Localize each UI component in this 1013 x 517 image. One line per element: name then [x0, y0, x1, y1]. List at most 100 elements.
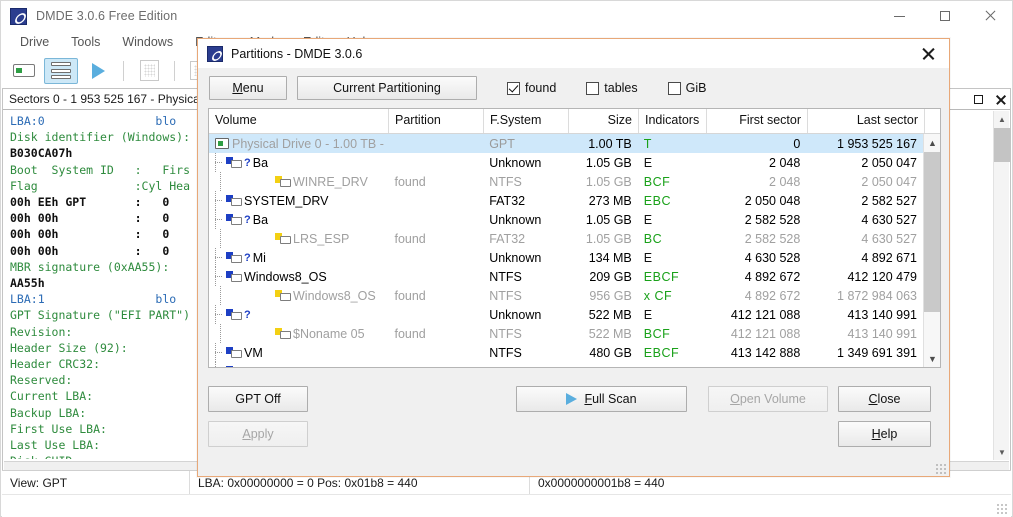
cell-fsystem: Unknown [489, 250, 542, 265]
help-button[interactable]: Help [838, 421, 931, 447]
cell-indicators: E [643, 250, 653, 265]
scroll-up-icon[interactable]: ▲ [924, 134, 940, 151]
tree-branch [215, 153, 226, 172]
partition-icon-blue [226, 271, 242, 282]
cell-last-sector: 2 582 527 [861, 193, 917, 208]
minimize-button[interactable] [877, 1, 922, 31]
cell-last-sector: 2 050 047 [861, 174, 917, 189]
table-row[interactable]: Windows8_OS found NTFS 956 GB x CF 4 892 672 1… [209, 286, 923, 305]
column-header-partition[interactable]: Partition [389, 109, 484, 133]
cell-partition: found [394, 174, 426, 189]
run-button[interactable] [81, 58, 115, 84]
cell-fsystem: FAT32 [489, 193, 526, 208]
scroll-up-icon[interactable]: ▲ [994, 111, 1010, 127]
full-scan-button[interactable]: Full Scan [516, 386, 687, 412]
menu-drive[interactable]: Drive [9, 33, 60, 51]
table-row[interactable]: Windows8_OS NTFS 209 GB EBCF 4 892 672 412 12… [209, 267, 923, 286]
table-row[interactable]: DATA NTFS268 GBEBCF1 349 691 3921 872 982… [209, 362, 923, 367]
table-row[interactable]: $Noname 05 found NTFS 522 MB BCF 412 121 088 4… [209, 324, 923, 343]
cell-last-sector: 1 872 982 015 [806, 362, 923, 368]
scrollbar-thumb[interactable] [994, 128, 1010, 162]
cell-volume: LRS_ESP [209, 229, 388, 248]
cell-partition [388, 362, 483, 367]
current-partitioning-button[interactable]: Current Partitioning [297, 76, 477, 100]
main-status-bar-secondary [2, 494, 1011, 517]
cell-last-sector: 1 872 984 063 [837, 288, 917, 303]
checkbox-gib[interactable]: GiB [667, 81, 706, 95]
mdi-vertical-scrollbar[interactable]: ▲ ▼ [993, 111, 1010, 460]
cell-volume: ? [209, 305, 388, 324]
cell-first-sector: 2 582 528 [744, 231, 801, 246]
sector-view-icon [13, 64, 35, 77]
table-row[interactable]: SYSTEM_DRV FAT32 273 MB EBC 2 050 048 2 582 5… [209, 191, 923, 210]
cell-indicators: E [643, 212, 653, 227]
main-titlebar: DMDE 3.0.6 Free Edition [1, 1, 1012, 31]
cell-fsystem: GPT [489, 136, 515, 151]
table-row[interactable]: ? Mi Unknown 134 MB E 4 630 528 4 892 671 [209, 248, 923, 267]
column-header-size[interactable]: Size [569, 109, 639, 133]
resize-grip[interactable] [995, 502, 1007, 514]
gpt-off-button[interactable]: GPT Off [208, 386, 308, 412]
menu-button[interactable]: Menu [209, 76, 287, 100]
cell-fsystem: NTFS [489, 345, 522, 360]
cell-partition [388, 248, 483, 267]
volume-name: LRS_ESP [293, 231, 350, 246]
cell-fsystem: Unknown [489, 212, 542, 227]
column-header-fsystem[interactable]: F.System [484, 109, 569, 133]
list-view-button[interactable] [44, 57, 78, 84]
checkbox-tables[interactable]: tables [586, 81, 638, 95]
dialog-resize-grip[interactable] [935, 463, 946, 474]
checkbox-found[interactable]: found [507, 81, 556, 95]
table-row[interactable]: VM NTFS 480 GB EBCF 413 142 888 1 349 691 391 [209, 343, 923, 362]
close-button[interactable] [967, 1, 1012, 31]
cell-size: 522 MB [588, 326, 632, 341]
menu-tools[interactable]: Tools [60, 33, 111, 51]
close-button-rest: lose [877, 392, 901, 406]
mdi-close-button[interactable] [994, 93, 1007, 106]
menu-button-rest: enu [242, 81, 264, 95]
table-vertical-scrollbar[interactable]: ▲ ▼ [923, 134, 940, 367]
column-header-first-sector[interactable]: First sector [707, 109, 808, 133]
dialog-close-button[interactable] [905, 39, 949, 68]
table-row[interactable]: ? Ba Unknown 1.05 GB E 2 582 528 4 630 527 [209, 210, 923, 229]
table-row[interactable]: LRS_ESP found FAT32 1.05 GB BC 2 582 528 4 630… [209, 229, 923, 248]
cell-first-sector: 2 048 [769, 155, 801, 170]
cell-indicators: BC [643, 231, 663, 246]
column-header-volume[interactable]: Volume [209, 109, 389, 133]
tree-branch [215, 191, 226, 210]
scroll-down-icon[interactable]: ▼ [924, 350, 940, 367]
table-row[interactable]: Physical Drive 0 - 1.00 TB - ... GPT 1.00 … [209, 134, 923, 153]
scroll-down-icon[interactable]: ▼ [994, 444, 1010, 460]
cell-first-sector: 412 121 088 [730, 307, 801, 322]
mdi-restore-button[interactable] [972, 93, 985, 106]
sector-view-button[interactable] [7, 58, 41, 84]
column-header-indicators[interactable]: Indicators [639, 109, 707, 133]
cell-volume: VM [209, 343, 388, 362]
cell-first-sector: 413 142 888 [730, 345, 801, 360]
maximize-button[interactable] [922, 1, 967, 31]
table-row[interactable]: ? Unknown 522 MB E 412 121 088 413 140 991 [209, 305, 923, 324]
table-row[interactable]: WINRE_DRV found NTFS 1.05 GB BCF 2 048 2 050 0… [209, 172, 923, 191]
column-header-last-sector[interactable]: Last sector [808, 109, 925, 133]
tree-branch [215, 210, 226, 229]
cell-volume: DATA [209, 362, 388, 367]
help-button-rest: elp [880, 427, 898, 441]
table-row[interactable]: ? Ba Unknown 1.05 GB E 2 048 2 050 047 [209, 153, 923, 172]
cell-indicators: BCF [643, 326, 671, 341]
open-volume-button: Open Volume [708, 386, 828, 412]
tree-branch [215, 267, 226, 286]
scrollbar-thumb[interactable] [924, 152, 940, 312]
cell-indicators: EBC [643, 193, 671, 208]
cell-size: 268 GB [568, 362, 638, 368]
open-volume-rest: pen Volume [739, 392, 806, 406]
partition-icon-blue [226, 252, 242, 263]
table-body: Physical Drive 0 - 1.00 TB - ... GPT 1.00 … [209, 134, 923, 367]
toolbar-separator [123, 60, 124, 81]
close-button[interactable]: Close [838, 386, 931, 412]
new-document-button[interactable] [132, 58, 166, 84]
menu-windows[interactable]: Windows [111, 33, 184, 51]
partition-icon-yellow [275, 290, 291, 301]
checkbox-gib-box [667, 81, 681, 95]
